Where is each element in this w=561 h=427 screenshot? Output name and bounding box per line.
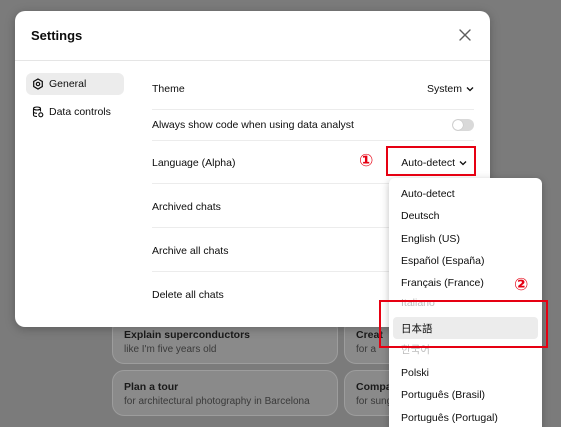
archive-all-label: Archive all chats bbox=[152, 245, 229, 257]
theme-label: Theme bbox=[152, 83, 185, 95]
modal-header: Settings bbox=[15, 11, 490, 61]
theme-dropdown[interactable]: System bbox=[427, 83, 474, 95]
suggestion-subtitle: like I'm five years old bbox=[124, 344, 217, 355]
show-code-toggle[interactable] bbox=[452, 119, 474, 131]
archived-chats-label: Archived chats bbox=[152, 201, 221, 213]
language-option-auto-detect[interactable]: Auto-detect bbox=[389, 183, 542, 205]
database-icon bbox=[32, 106, 44, 118]
annotation-marker-1: ① bbox=[359, 151, 374, 171]
language-option-polski[interactable]: Polski bbox=[389, 362, 542, 384]
chevron-down-icon bbox=[466, 87, 474, 92]
language-option-korean[interactable]: 한국어 bbox=[389, 341, 542, 357]
divider bbox=[152, 109, 474, 110]
delete-all-label: Delete all chats bbox=[152, 289, 224, 301]
theme-value: System bbox=[426, 83, 462, 95]
language-option-deutsch[interactable]: Deutsch bbox=[389, 205, 542, 227]
suggestion-title: Creat bbox=[356, 329, 383, 341]
language-value: Auto-detect bbox=[401, 157, 455, 169]
code-label: Always show code when using data analyst bbox=[152, 119, 354, 131]
sidebar-item-data-controls[interactable]: Data controls bbox=[26, 101, 124, 123]
suggestion-title: Plan a tour bbox=[124, 381, 179, 393]
language-option-espanol[interactable]: Español (España) bbox=[389, 250, 542, 272]
modal-title: Settings bbox=[31, 28, 83, 43]
suggestion-title: Compa bbox=[356, 381, 392, 393]
suggestion-subtitle: for architectural photography in Barcelo… bbox=[124, 396, 310, 407]
sidebar-item-label: Data controls bbox=[49, 106, 111, 118]
language-dropdown[interactable]: Auto-detect bbox=[401, 157, 467, 169]
language-option-japanese[interactable]: 日本語 bbox=[393, 317, 538, 339]
suggestion-title: Explain superconductors bbox=[124, 329, 251, 341]
gear-icon bbox=[32, 78, 44, 90]
annotation-marker-2: ② bbox=[514, 275, 529, 295]
sidebar-item-general[interactable]: General bbox=[26, 73, 124, 95]
language-option-english-us[interactable]: English (US) bbox=[389, 228, 542, 250]
suggestion-card[interactable]: Plan a tour for architectural photograph… bbox=[112, 370, 338, 416]
suggestion-subtitle: for sung bbox=[356, 396, 393, 407]
divider bbox=[152, 140, 474, 141]
sidebar-item-label: General bbox=[49, 78, 87, 90]
close-icon[interactable] bbox=[458, 28, 472, 42]
code-row: Always show code when using data analyst bbox=[152, 117, 474, 133]
chevron-down-icon bbox=[459, 161, 467, 166]
suggestion-subtitle: for a bbox=[356, 344, 377, 355]
theme-row: Theme System bbox=[152, 81, 474, 97]
language-option-portugues-brasil[interactable]: Português (Brasil) bbox=[389, 384, 542, 406]
language-row: Language (Alpha) Auto-detect bbox=[152, 155, 474, 171]
language-option-portugues-portugal[interactable]: Português (Portugal) bbox=[389, 407, 542, 427]
language-option-italiano[interactable]: Italiano bbox=[389, 295, 542, 311]
language-label: Language (Alpha) bbox=[152, 157, 236, 169]
language-menu: Auto-detect Deutsch English (US) Español… bbox=[389, 178, 542, 427]
